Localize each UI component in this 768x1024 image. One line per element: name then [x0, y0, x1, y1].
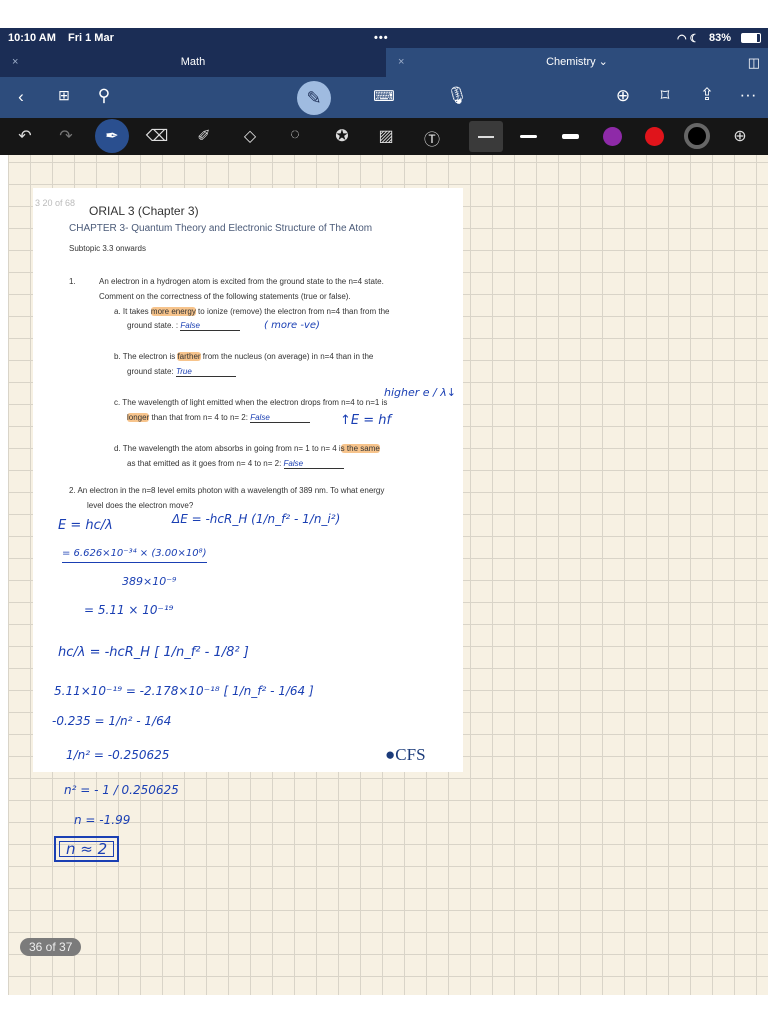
statement-b-line2: ground state: True [127, 367, 236, 377]
statement-c: c. The wavelength of light emitted when … [114, 398, 388, 407]
handwritten-equation: n = -1.99 [74, 813, 131, 827]
add-page-icon[interactable]: ⊕ [611, 86, 635, 106]
keyboard-icon[interactable]: ⌨ [372, 87, 396, 105]
share-icon[interactable]: ⇪ [695, 85, 719, 105]
grid-icon[interactable]: ⊞ [52, 87, 76, 104]
add-color-icon[interactable]: ⊕ [728, 126, 752, 146]
handwritten-equation: hc/λ = -hcR_H [ 1/n_f² - 1/8² ] [58, 645, 249, 660]
tab-chemistry[interactable]: × Chemistry ⌄ ◫ [386, 48, 768, 77]
statement-a: a. It takes more energy to ionize (remov… [114, 307, 390, 316]
answer-b: True [175, 367, 236, 377]
wifi-icon: ◠ ☾ [677, 33, 700, 45]
undo-icon[interactable]: ↶ [13, 126, 37, 146]
question-text: Comment on the correctness of the follow… [99, 292, 351, 301]
handwritten-equation: 389×10⁻⁹ [122, 575, 177, 588]
stroke-medium-icon[interactable] [520, 135, 537, 138]
stroke-thin-icon [478, 136, 494, 138]
handwritten-equation: n² = - 1 / 0.250625 [64, 783, 179, 797]
handwritten-equation: -0.235 = 1/n² - 1/64 [52, 714, 172, 728]
handwritten-equation: = 5.11 × 10⁻¹⁹ [84, 603, 174, 617]
pencil-mode-icon[interactable]: ✎ [297, 81, 331, 115]
page-reference: 3 20 of 68 [35, 198, 76, 208]
back-icon[interactable]: ‹ [9, 87, 33, 107]
question-text: An electron in a hydrogen atom is excite… [99, 277, 384, 286]
page-indicator[interactable]: 36 of 37 [20, 938, 82, 956]
color-red[interactable] [645, 127, 664, 146]
status-bar: 10:10 AM Fri 1 Mar ••• ◠ ☾ 83% [0, 28, 768, 48]
shapes-icon[interactable]: ◇ [238, 126, 262, 146]
pen-icon[interactable]: ✒ [100, 126, 124, 146]
eraser-icon[interactable]: ⌫ [145, 126, 169, 146]
handwritten-note: ↑E = hf [340, 413, 392, 428]
more-icon[interactable]: ··· [736, 85, 760, 105]
microphone-icon[interactable]: 🎙︎ [445, 86, 469, 106]
handwritten-note: higher e / λ↓ [384, 386, 456, 399]
highlighter-icon[interactable]: ✐ [192, 126, 216, 146]
handwritten-equation: = 6.626×10⁻³⁴ × (3.00×10⁸) [62, 548, 207, 563]
statement-a-line2: ground state. : False [127, 321, 241, 331]
handwritten-answer-box: n ≈ 2 [54, 836, 120, 862]
drawing-toolbar: ↶ ↷ ✒ ⌫ ✐ ◇ ◌ ✪ ▨ Ⓣ ⊕ [0, 118, 768, 155]
answer-a: False [180, 321, 241, 331]
image-icon[interactable]: ▨ [374, 126, 398, 146]
tab-math[interactable]: × Math [0, 48, 386, 77]
handwritten-equation: ΔE = -hcR_H (1/n_f² - 1/n_i²) [172, 512, 341, 526]
tab-bar: × Math × Chemistry ⌄ ◫ [0, 48, 768, 77]
statement-d: d. The wavelength the atom absorbs in go… [114, 444, 380, 453]
redo-icon[interactable]: ↷ [54, 126, 78, 146]
statement-b: b. The electron is farther from the nucl… [114, 352, 374, 361]
handwritten-note: ( more -ve) [264, 320, 320, 331]
tab-label: Math [180, 56, 206, 68]
document-title: ORIAL 3 (Chapter 3) [89, 204, 199, 218]
handwritten-equation: 5.11×10⁻¹⁹ = -2.178×10⁻¹⁸ [ 1/n_f² - 1/6… [54, 684, 314, 698]
sticker-icon[interactable]: ✪ [330, 126, 354, 146]
lasso-icon[interactable]: ◌ [283, 126, 307, 144]
status-date: Fri 1 Mar [68, 32, 114, 44]
bottom-area [0, 995, 768, 1024]
multitask-dots-icon[interactable]: ••• [374, 32, 389, 44]
bookmark-icon[interactable]: ⌑ [653, 86, 677, 106]
handwritten-equation: E = hc/λ [58, 518, 113, 533]
text-icon[interactable]: Ⓣ [420, 126, 444, 150]
answer-d: False [283, 459, 344, 469]
statement-c-line2: longer than that from n= 4 to n= 2: Fals… [127, 413, 311, 423]
answer-c: False [250, 413, 311, 423]
status-time: 10:10 AM [8, 32, 56, 44]
handwritten-equation: 1/n² = -0.250625 [66, 748, 170, 762]
statement-d-line2: as that emitted as it goes from n= 4 to … [127, 459, 344, 469]
color-purple[interactable] [603, 127, 622, 146]
tab-label: Chemistry ⌄ [546, 56, 608, 68]
stroke-thick-icon[interactable] [562, 134, 579, 139]
battery-icon [741, 33, 761, 43]
color-black-selected[interactable] [684, 123, 710, 149]
question-number: 1. [69, 277, 76, 286]
search-icon[interactable]: ⚲ [92, 86, 116, 106]
document-toolbar: ‹ ⊞ ⚲ ⌨ 🎙︎ ⊕ ⌑ ⇪ ··· [0, 77, 768, 118]
split-view-icon[interactable]: ◫ [748, 48, 760, 77]
subtopic: Subtopic 3.3 onwards [69, 244, 146, 253]
question-2-text: level does the electron move? [87, 501, 194, 510]
chapter-heading: CHAPTER 3- Quantum Theory and Electronic… [69, 223, 373, 234]
battery-level: 83% [709, 32, 732, 44]
question-2-text: 2. An electron in the n=8 level emits ph… [69, 486, 385, 495]
cfs-logo: ●CFS [385, 745, 426, 764]
